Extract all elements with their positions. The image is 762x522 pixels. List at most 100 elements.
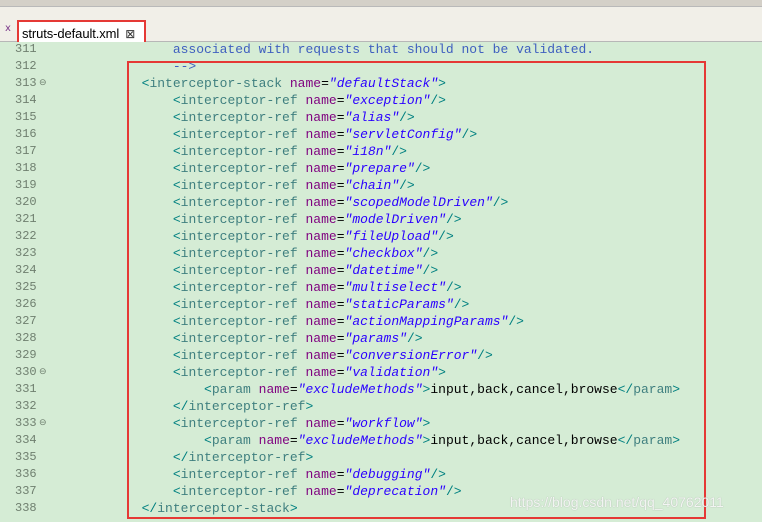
line-number: 316 xyxy=(15,127,37,141)
code-attribute-value: "validation" xyxy=(344,365,439,380)
code-punctuation: < xyxy=(172,416,181,431)
code-line: <interceptor-ref name="debugging"/> xyxy=(48,466,446,483)
line-number: 335 xyxy=(15,450,37,464)
code-tag-name: interceptor-ref xyxy=(180,365,298,380)
code-attribute: name xyxy=(305,484,337,499)
code-attribute-value: "deprecation" xyxy=(344,484,446,499)
code-tag-name: interceptor-ref xyxy=(180,467,298,482)
code-line: <interceptor-ref name="params"/> xyxy=(48,330,423,347)
code-attribute-value: "alias" xyxy=(344,110,400,125)
code-equals: = xyxy=(336,280,345,295)
line-number: 315 xyxy=(15,110,37,124)
code-equals: = xyxy=(336,365,345,380)
code-line: associated with requests that should not… xyxy=(48,41,594,58)
code-attribute: name xyxy=(305,110,337,125)
code-tag-name: interceptor-ref xyxy=(180,161,298,176)
code-attribute-value: "modelDriven" xyxy=(344,212,446,227)
code-punctuation: </ xyxy=(141,501,158,516)
line-number: 337 xyxy=(15,484,37,498)
line-number-gutter: 311 312 313 ⊖ 314 315 316 317 318 319 320 321 322 323… xyxy=(0,42,48,522)
code-attribute: name xyxy=(305,178,337,193)
code-attribute: name xyxy=(258,382,290,397)
editor-tab-bar: x struts-default.xml ⊠ xyxy=(0,7,762,47)
code-tag-name: interceptor-ref xyxy=(180,280,298,295)
code-attribute-value: "scopedModelDriven" xyxy=(344,195,493,210)
code-punctuation: > xyxy=(305,450,314,465)
fold-toggle-icon[interactable]: ⊖ xyxy=(39,419,47,428)
code-line: <interceptor-ref name="validation"> xyxy=(48,364,446,381)
code-tag-name: interceptor-ref xyxy=(180,314,298,329)
code-attribute: name xyxy=(305,365,337,380)
code-attribute-value: "multiselect" xyxy=(344,280,446,295)
code-attribute: name xyxy=(258,433,290,448)
code-line: <interceptor-ref name="workflow"> xyxy=(48,415,431,432)
line-number: 329 xyxy=(15,348,37,362)
code-tag-name: interceptor-ref xyxy=(188,450,306,465)
code-tag-name: param xyxy=(211,433,251,448)
code-punctuation: < xyxy=(204,433,212,448)
code-attribute: name xyxy=(305,161,337,176)
code-tag-name: interceptor-ref xyxy=(188,399,306,414)
code-punctuation: < xyxy=(172,195,181,210)
code-punctuation: < xyxy=(172,110,181,125)
code-punctuation: > xyxy=(289,501,298,516)
code-tag-name: param xyxy=(211,382,251,397)
code-punctuation: </ xyxy=(172,450,189,465)
code-line: <interceptor-ref name="prepare"/> xyxy=(48,160,431,177)
code-attribute: name xyxy=(305,195,337,210)
code-punctuation: < xyxy=(172,348,181,363)
code-punctuation: < xyxy=(172,484,181,499)
code-attribute-value: "debugging" xyxy=(344,467,431,482)
line-number: 331 xyxy=(15,382,37,396)
code-line: <interceptor-ref name="datetime"/> xyxy=(48,262,438,279)
code-line: <interceptor-ref name="chain"/> xyxy=(48,177,415,194)
fold-toggle-icon[interactable]: ⊖ xyxy=(39,368,47,377)
code-tag-name: interceptor-ref xyxy=(180,416,298,431)
code-attribute: name xyxy=(305,212,337,227)
code-punctuation: /> xyxy=(430,467,446,482)
code-equals: = xyxy=(336,314,345,329)
code-punctuation: < xyxy=(172,144,181,159)
code-punctuation: /> xyxy=(422,263,439,278)
code-punctuation: /> xyxy=(414,161,431,176)
code-punctuation: /> xyxy=(477,348,493,363)
code-line: </interceptor-ref> xyxy=(48,449,313,466)
fold-toggle-icon[interactable]: ⊖ xyxy=(39,79,47,88)
close-icon[interactable]: ⊠ xyxy=(125,28,135,40)
code-punctuation: </ xyxy=(617,433,634,448)
code-tag-name: interceptor-ref xyxy=(180,212,298,227)
code-attribute: name xyxy=(305,314,337,329)
code-punctuation: < xyxy=(172,365,181,380)
code-equals: = xyxy=(336,246,345,261)
code-line: <interceptor-ref name="checkbox"/> xyxy=(48,245,438,262)
code-attribute: name xyxy=(305,229,337,244)
code-tag-name: interceptor-ref xyxy=(180,297,298,312)
code-equals: = xyxy=(336,93,345,108)
code-line: <interceptor-ref name="modelDriven"/> xyxy=(48,211,462,228)
code-attribute-value: "excludeMethods" xyxy=(297,382,423,397)
code-attribute-value: "defaultStack" xyxy=(328,76,439,91)
code-line: <interceptor-stack name="defaultStack"> xyxy=(48,75,446,92)
code-tag-name: interceptor-ref xyxy=(180,127,298,142)
code-attribute-value: "checkbox" xyxy=(344,246,423,261)
code-equals: = xyxy=(336,348,345,363)
code-tag-name: interceptor-ref xyxy=(180,246,298,261)
code-punctuation: < xyxy=(172,93,181,108)
code-area[interactable]: associated with requests that should not… xyxy=(48,42,762,522)
code-punctuation: < xyxy=(172,297,181,312)
line-number: 324 xyxy=(15,263,37,277)
code-line: <interceptor-ref name="servletConfig"/> xyxy=(48,126,477,143)
code-attribute-value: "exception" xyxy=(344,93,431,108)
code-equals: = xyxy=(336,467,345,482)
code-equals: = xyxy=(336,144,345,159)
code-editor[interactable]: 311 312 313 ⊖ 314 315 316 317 318 319 320 321 322 323… xyxy=(0,42,762,522)
code-tag-name: interceptor-ref xyxy=(180,178,298,193)
code-attribute-value: "chain" xyxy=(344,178,400,193)
code-punctuation: </ xyxy=(172,399,189,414)
code-punctuation: < xyxy=(172,212,181,227)
line-number: 311 xyxy=(15,42,37,56)
code-attribute-value: "actionMappingParams" xyxy=(344,314,509,329)
code-attribute: name xyxy=(305,297,337,312)
code-punctuation: /> xyxy=(430,93,446,108)
code-attribute-value: "i18n" xyxy=(344,144,392,159)
